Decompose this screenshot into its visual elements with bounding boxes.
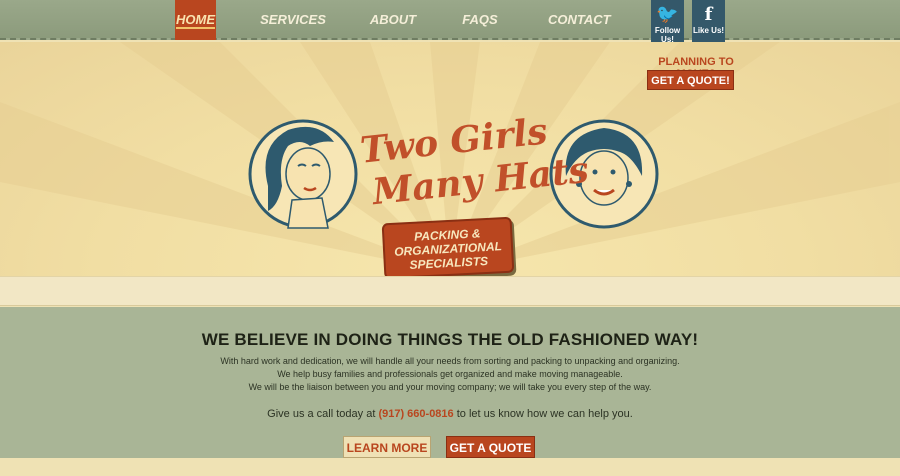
twitter-icon: 🐦 xyxy=(656,4,679,25)
nav-home-label: HOME xyxy=(176,12,215,29)
nav-faqs[interactable]: FAQS xyxy=(460,0,500,40)
body-line-1: With hard work and dedication, we will h… xyxy=(220,356,680,366)
tagline-badge: PACKING & ORGANIZATIONAL SPECIALISTS xyxy=(381,216,515,280)
nav-about[interactable]: ABOUT xyxy=(368,0,418,40)
left-woman-portrait xyxy=(248,119,358,229)
call-suffix: to let us know how we can help you. xyxy=(453,408,633,420)
facebook-icon: f xyxy=(704,4,713,25)
nav-contact-label: CONTACT xyxy=(548,12,611,27)
nav-faqs-label: FAQS xyxy=(462,12,498,27)
body-line-2: We help busy families and professionals … xyxy=(277,369,623,379)
facebook-badge-label: Like Us! xyxy=(692,26,725,35)
nav-services[interactable]: SERVICES xyxy=(258,0,328,40)
learn-more-button[interactable]: LEARN MORE xyxy=(343,436,431,458)
call-to-action-text: Give us a call today at (917) 660-0816 t… xyxy=(0,408,900,420)
nav-services-label: SERVICES xyxy=(260,12,326,27)
phone-number-link[interactable]: (917) 660-0816 xyxy=(378,408,453,420)
nav-contact[interactable]: CONTACT xyxy=(548,0,611,40)
footer-band xyxy=(0,458,900,476)
header-get-quote-button[interactable]: GET A QUOTE! xyxy=(647,70,734,90)
section-headline: WE BELIEVE IN DOING THINGS THE OLD FASHI… xyxy=(201,330,699,349)
hero-bottom-strip xyxy=(0,276,900,306)
nav-about-label: ABOUT xyxy=(369,12,417,27)
top-navigation: HOME SERVICES ABOUT FAQS CONTACT 🐦 Follo… xyxy=(0,0,900,56)
nav-home[interactable]: HOME xyxy=(175,0,216,40)
facebook-like-badge[interactable]: f Like Us! xyxy=(692,0,725,56)
twitter-follow-badge[interactable]: 🐦 Follow Us! xyxy=(651,0,684,56)
call-prefix: Give us a call today at xyxy=(267,408,379,420)
get-a-quote-button[interactable]: GET A QUOTE xyxy=(446,436,535,458)
body-line-3: We will be the liaison between you and y… xyxy=(248,382,652,392)
